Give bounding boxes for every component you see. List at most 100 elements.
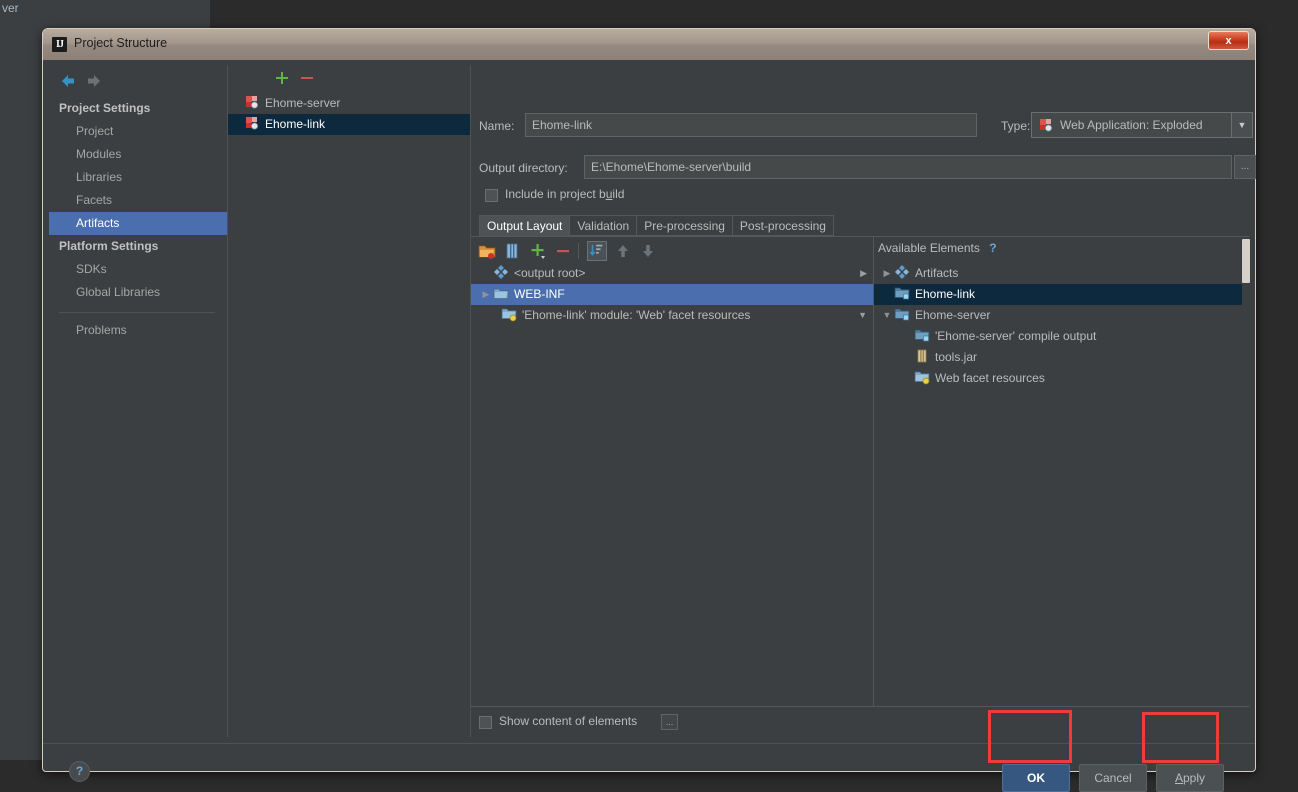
remove-element-icon[interactable]: [553, 241, 573, 261]
artifact-item-ehome-link[interactable]: Ehome-link: [228, 114, 470, 135]
sidebar-group-platform-settings: Platform Settings: [59, 239, 159, 253]
artifact-item-label: Ehome-server: [265, 96, 341, 110]
scrollbar-thumb[interactable]: [1242, 239, 1250, 283]
compile-output-icon: [914, 327, 930, 343]
artifact-item-ehome-server[interactable]: Ehome-server: [228, 93, 470, 114]
show-content-of-elements-checkbox[interactable]: [479, 716, 492, 729]
tree-row[interactable]: 'Ehome-link' module: 'Web' facet resourc…: [471, 305, 873, 326]
artifact-item-label: Ehome-link: [265, 117, 326, 131]
include-in-project-build-label: Include in project build: [505, 187, 625, 201]
browse-folder-button[interactable]: ...: [1234, 155, 1256, 179]
available-elements-title: Available Elements: [878, 241, 980, 255]
folder-icon: [493, 285, 509, 301]
tree-row[interactable]: ▶ Artifacts: [874, 263, 1250, 284]
sidebar-navigation: [55, 69, 225, 95]
sidebar-item-sdks[interactable]: SDKs: [49, 258, 227, 281]
add-directory-icon[interactable]: [477, 241, 497, 261]
add-artifact-icon[interactable]: [273, 69, 291, 87]
output-layout-toolbar: [477, 240, 872, 262]
sidebar-item-modules[interactable]: Modules: [49, 143, 227, 166]
output-layout-tree: <output root> ▶ ▶ WEB-INF 'Ehome-link' m…: [471, 263, 873, 707]
module-icon: [894, 306, 910, 322]
show-content-options-button[interactable]: ...: [661, 714, 678, 730]
tree-row-label: WEB-INF: [514, 287, 565, 301]
arrow-right-icon[interactable]: [85, 72, 103, 90]
type-value: Web Application: Exploded: [1060, 118, 1203, 132]
tree-twisty[interactable]: ▶: [479, 284, 493, 305]
tree-twisty[interactable]: ▶: [880, 263, 894, 284]
facet-resources-icon: [914, 369, 930, 385]
sidebar-divider: [59, 312, 215, 313]
sidebar-item-problems[interactable]: Problems: [49, 319, 227, 342]
apply-button[interactable]: Apply: [1156, 764, 1224, 792]
artifact-editor: Name: Type: Web Application: Exploded ▼ …: [471, 65, 1256, 738]
expand-right-icon[interactable]: ▶: [860, 263, 867, 284]
dialog-title: Project Structure: [74, 36, 168, 50]
dialog-footer: ? OK Cancel Apply: [43, 743, 1255, 792]
editor-tabs: Output Layout Validation Pre-processing …: [479, 215, 834, 236]
module-icon: [894, 285, 910, 301]
tree-row[interactable]: Ehome-link: [874, 284, 1250, 305]
type-dropdown[interactable]: Web Application: Exploded ▼: [1031, 112, 1253, 138]
tab-validation[interactable]: Validation: [569, 215, 637, 236]
tree-twisty[interactable]: ▼: [880, 305, 894, 326]
artifact-icon: [244, 115, 260, 131]
show-content-of-elements-label: Show content of elements: [499, 714, 638, 728]
tree-row-label: tools.jar: [935, 350, 978, 364]
collapse-right-icon[interactable]: ▼: [858, 305, 867, 326]
available-elements-tree: ▶ Artifacts Ehome-link ▼ Ehome-server 'E…: [874, 263, 1250, 707]
tree-row[interactable]: ▶ WEB-INF: [471, 284, 873, 305]
name-label: Name:: [479, 119, 515, 133]
sidebar-item-artifacts[interactable]: Artifacts: [49, 212, 227, 235]
move-up-icon[interactable]: [613, 241, 633, 261]
help-icon[interactable]: ?: [989, 241, 996, 255]
tab-pre-processing[interactable]: Pre-processing: [636, 215, 732, 236]
include-in-project-build-checkbox[interactable]: [485, 189, 498, 202]
available-elements-header: Available Elements ?: [874, 241, 997, 261]
chevron-down-icon[interactable]: ▼: [1231, 113, 1252, 137]
project-structure-dialog: IJ Project Structure x Project Settings …: [42, 28, 1256, 792]
add-copy-of-icon[interactable]: [528, 241, 548, 261]
artifacts-list: Ehome-server Ehome-link: [228, 93, 470, 135]
sidebar-item-facets[interactable]: Facets: [49, 189, 227, 212]
tree-row-label: 'Ehome-link' module: 'Web' facet resourc…: [522, 308, 751, 322]
tree-row[interactable]: <output root> ▶: [471, 263, 873, 284]
available-elements-panel: Available Elements ? ▶ Artifacts Ehome-l…: [873, 237, 1250, 707]
help-icon[interactable]: ?: [69, 761, 90, 782]
remove-artifact-icon[interactable]: [298, 69, 316, 87]
artifacts-root-icon: [493, 264, 509, 280]
sort-elements-icon[interactable]: [587, 241, 607, 261]
tree-row[interactable]: tools.jar: [874, 347, 1250, 368]
arrow-left-icon[interactable]: [59, 72, 77, 90]
tab-output-layout[interactable]: Output Layout: [479, 215, 570, 236]
editor-footer: Show content of elements ...: [471, 706, 1249, 738]
available-elements-scrollbar[interactable]: [1242, 237, 1250, 707]
artifacts-list-panel: Ehome-server Ehome-link: [228, 65, 471, 737]
type-label: Type:: [1001, 119, 1031, 133]
ide-top-strip: ver: [0, 0, 210, 18]
dialog-titlebar[interactable]: IJ Project Structure x: [43, 29, 1255, 61]
intellij-logo-icon: IJ: [52, 37, 67, 52]
tree-row[interactable]: Web facet resources: [874, 368, 1250, 389]
close-icon[interactable]: x: [1208, 31, 1249, 50]
tree-row[interactable]: 'Ehome-server' compile output: [874, 326, 1250, 347]
ide-partial-tab-label: ver: [2, 1, 19, 15]
cancel-button[interactable]: Cancel: [1079, 764, 1147, 792]
sidebar-item-project[interactable]: Project: [49, 120, 227, 143]
move-down-icon[interactable]: [638, 241, 658, 261]
ok-button[interactable]: OK: [1002, 764, 1070, 792]
tree-row-label: Ehome-server: [915, 308, 991, 322]
tree-row-label: Web facet resources: [935, 371, 1045, 385]
tree-row[interactable]: ▼ Ehome-server: [874, 305, 1250, 326]
toolbar-divider: [578, 243, 579, 259]
tab-post-processing[interactable]: Post-processing: [731, 215, 834, 236]
dialog-body: Project Settings Project Modules Librari…: [43, 60, 1256, 792]
name-input[interactable]: [525, 113, 977, 137]
tree-row-label: Artifacts: [915, 266, 959, 280]
sidebar-list: Project Settings Project Modules Librari…: [49, 97, 227, 342]
sidebar-item-global-libraries[interactable]: Global Libraries: [49, 281, 227, 304]
output-layout-panel: <output root> ▶ ▶ WEB-INF 'Ehome-link' m…: [471, 236, 1250, 707]
add-archive-icon[interactable]: [502, 241, 522, 261]
sidebar-item-libraries[interactable]: Libraries: [49, 166, 227, 189]
output-directory-input[interactable]: [584, 155, 1232, 179]
